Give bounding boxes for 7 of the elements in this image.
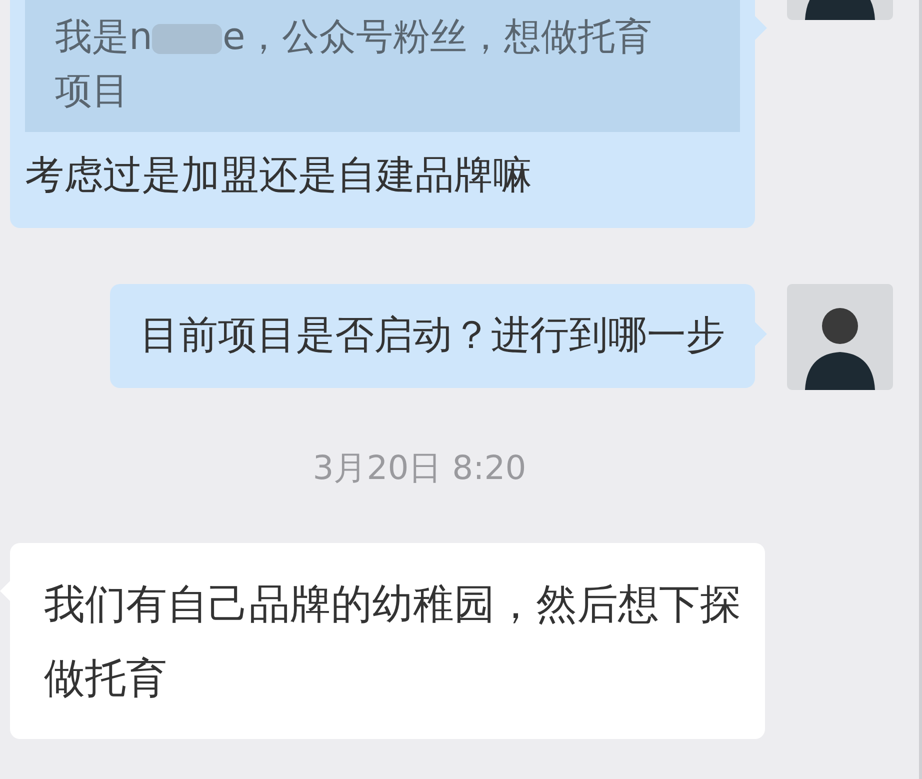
timestamp: 3月20日 8:20 bbox=[312, 447, 528, 489]
message-text: 目前项目是否启动？进行到哪一步 bbox=[140, 312, 725, 360]
message-text: 我们有自己品牌的幼稚园，然后想下探做托育 bbox=[44, 579, 742, 704]
redaction-blur bbox=[152, 24, 222, 54]
message-text: 考虑过是加盟还是自建品牌嘛 bbox=[25, 152, 533, 200]
avatar-photo-placeholder[interactable] bbox=[787, 284, 893, 390]
quoted-text: 我是n e，公众号粉丝，想做托育项目 bbox=[55, 14, 654, 114]
